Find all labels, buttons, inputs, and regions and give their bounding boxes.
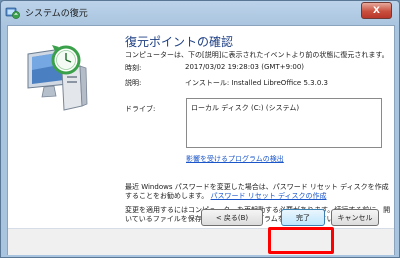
subtitle-text: コンピューターは、下の[説明]に表示されたイベントより前の状態に復元されます。 (125, 51, 389, 59)
time-value: 2017/03/02 19:28:03 (GMT+9:00) (185, 63, 305, 71)
window-title: システムの復元 (25, 9, 88, 19)
time-label: 時刻: (125, 64, 142, 72)
system-restore-window: システムの復元 X 復元ポイントの確認 コンピューターは、下の[説明]に表示され… (0, 0, 400, 258)
back-button[interactable]: < 戻る(B) (201, 209, 263, 226)
drive-list-item[interactable]: ローカル ディスク (C:) (システム) (191, 103, 299, 113)
finish-button[interactable]: 完了 (281, 209, 325, 226)
close-button[interactable]: X (361, 2, 392, 19)
description-label: 説明: (125, 79, 142, 87)
finish-button-highlight (268, 227, 334, 254)
password-reset-disk-link[interactable]: パスワード リセット ディスクの作成 (211, 192, 327, 200)
title-bar[interactable]: システムの復元 X (1, 1, 399, 25)
description-value: インストール: Installed LibreOffice 5.3.0.3 (185, 79, 328, 87)
cancel-button[interactable]: キャンセル (331, 209, 379, 226)
password-reset-note: 最近 Windows パスワードを変更した場合は、パスワード リセット ディスク… (125, 183, 391, 201)
drive-list[interactable]: ローカル ディスク (C:) (システム) (186, 98, 382, 148)
page-title: 復元ポイントの確認 (125, 35, 234, 49)
scan-affected-programs-link[interactable]: 影響を受けるプログラムの検出 (186, 154, 284, 164)
button-bar (8, 229, 394, 255)
drive-label: ドライブ: (125, 105, 156, 113)
system-restore-icon (5, 5, 20, 20)
restore-illustration-icon (22, 40, 92, 112)
close-icon: X (373, 5, 380, 16)
